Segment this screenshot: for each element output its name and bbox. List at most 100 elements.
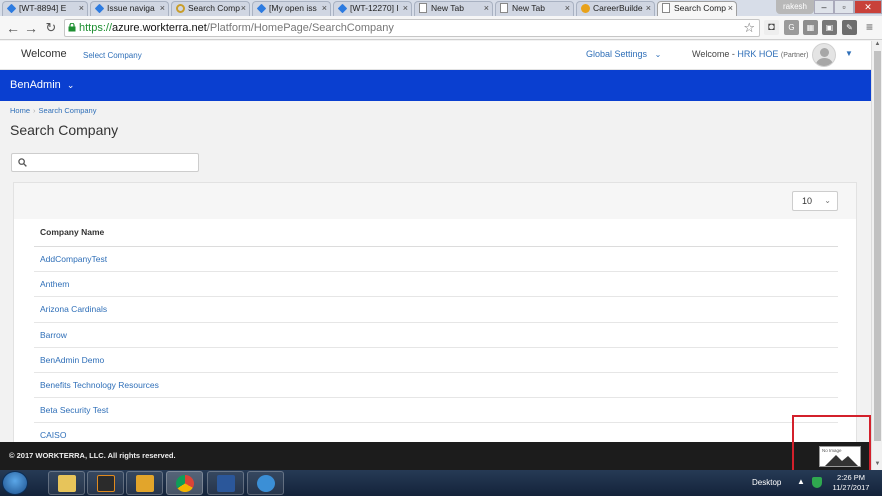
browser-tab-label: [My open iss <box>269 3 317 13</box>
scrollbar-thumb[interactable] <box>874 51 881 441</box>
close-icon[interactable]: × <box>403 2 408 15</box>
close-icon[interactable]: × <box>646 2 651 15</box>
card-toolbar: 10 ⌄ <box>14 183 856 219</box>
extension-icon[interactable]: ✎ <box>842 20 857 35</box>
scroll-down-icon[interactable]: ▼ <box>873 461 882 467</box>
close-icon[interactable]: × <box>484 2 489 15</box>
search-icon <box>18 158 27 167</box>
caret-down-icon[interactable]: ▼ <box>845 49 853 58</box>
column-header-company-name[interactable]: Company Name <box>34 220 838 247</box>
taskbar-word[interactable] <box>207 471 244 495</box>
grammarly-extension-icon[interactable]: G <box>784 20 799 35</box>
close-icon[interactable]: × <box>565 2 570 15</box>
browser-tab-label: Issue naviga <box>107 3 155 13</box>
table-row[interactable]: BenAdmin Demo <box>34 348 838 373</box>
extension-icon[interactable]: ▦ <box>803 20 818 35</box>
windows-start-icon[interactable] <box>2 471 28 495</box>
welcome-label: Welcome <box>21 48 67 60</box>
browser-tab-label: New Tab <box>512 3 545 13</box>
scroll-up-icon[interactable]: ▲ <box>873 41 882 47</box>
chevron-down-icon: ⌄ <box>824 196 831 205</box>
browser-tab-label: [WT-8894] E <box>19 3 67 13</box>
browser-tab[interactable]: [WT-8894] E × <box>2 1 88 16</box>
annotation-highlight-box <box>792 415 871 475</box>
window-close-icon[interactable]: ✕ <box>854 0 882 14</box>
desktop-toolbar-label[interactable]: Desktop <box>752 478 781 487</box>
user-name-link[interactable]: HRK HOE <box>737 49 778 59</box>
internet-explorer-icon <box>257 475 275 492</box>
breadcrumb: Home › Search Company <box>10 106 96 115</box>
search-input[interactable] <box>32 156 192 169</box>
user-role: (Partner) <box>780 52 809 59</box>
taskbar-ie[interactable] <box>247 471 284 495</box>
breadcrumb-current[interactable]: Search Company <box>39 106 97 115</box>
taskbar-outlook[interactable] <box>126 471 163 495</box>
chrome-menu-icon[interactable]: ≡ <box>862 20 877 35</box>
maximize-icon[interactable]: ▫ <box>834 0 854 14</box>
table-row[interactable]: AddCompanyTest <box>34 247 838 273</box>
close-icon[interactable]: × <box>728 2 733 15</box>
close-icon[interactable]: × <box>160 2 165 15</box>
close-icon[interactable]: × <box>241 2 246 15</box>
avatar[interactable] <box>812 43 836 67</box>
browser-tab[interactable]: Issue naviga × <box>90 1 169 16</box>
security-shield-icon[interactable] <box>812 477 822 488</box>
extension-icon[interactable]: ▣ <box>822 20 837 35</box>
browser-toolbar: ← → ↻ https://azure.workterra.net/Platfo… <box>0 16 882 40</box>
browser-tab[interactable]: New Tab × <box>414 1 493 16</box>
taskbar-chrome[interactable] <box>166 471 203 495</box>
page-scrollbar[interactable]: ▲ ▼ <box>871 41 882 471</box>
browser-tab[interactable]: [My open iss × <box>252 1 331 16</box>
browser-tab[interactable]: [WT-12270] I × <box>333 1 412 16</box>
blank-page-icon <box>419 3 427 13</box>
tray-expand-icon[interactable]: ▲ <box>797 477 805 486</box>
table-row[interactable]: Barrow <box>34 323 838 348</box>
blank-page-icon <box>500 3 508 13</box>
system-clock[interactable]: 2:26 PM 11/27/2017 <box>829 473 873 493</box>
jira-icon <box>256 3 267 14</box>
global-settings-label: Global Settings <box>586 49 648 59</box>
back-arrow-icon[interactable]: ← <box>4 19 22 37</box>
browser-tab[interactable]: Search Comp × <box>171 1 250 16</box>
media-player-icon <box>97 475 115 492</box>
benadmin-menu-label: BenAdmin <box>10 79 61 91</box>
browser-tab-label: Search Comp <box>188 3 240 13</box>
browser-tab[interactable]: New Tab × <box>495 1 574 16</box>
select-company-link[interactable]: Select Company <box>83 51 142 60</box>
table-row[interactable]: Beta Security Test <box>34 398 838 424</box>
taskbar-explorer[interactable] <box>48 471 85 495</box>
lock-icon <box>68 23 76 32</box>
chrome-icon <box>176 475 194 492</box>
page-size-select[interactable]: 10 ⌄ <box>792 191 838 211</box>
page-title: Search Company <box>10 122 119 138</box>
url-scheme: https:// <box>79 22 113 34</box>
profile-badge[interactable]: rakesh <box>776 0 814 14</box>
forward-arrow-icon[interactable]: → <box>22 19 40 37</box>
close-icon[interactable]: × <box>322 2 327 15</box>
jira-icon <box>94 3 105 14</box>
browser-tab-label: [WT-12270] I <box>350 3 399 13</box>
blank-page-icon <box>662 3 670 13</box>
bookmark-star-icon[interactable]: ☆ <box>743 20 755 36</box>
breadcrumb-home[interactable]: Home <box>10 106 30 115</box>
company-table-body: AddCompanyTest Anthem Arizona Cardinals … <box>34 247 838 449</box>
table-row[interactable]: Anthem <box>34 272 838 298</box>
browser-tab-strip: [WT-8894] E × Issue naviga × Search Comp… <box>0 0 882 17</box>
benadmin-menu[interactable]: BenAdmin ⌄ <box>10 79 74 91</box>
camera-extension-icon[interactable]: ◘ <box>764 20 779 35</box>
browser-tab-active[interactable]: Search Comp × <box>657 1 737 17</box>
search-box[interactable] <box>11 153 199 172</box>
global-settings-menu[interactable]: Global Settings ⌄ <box>586 49 661 59</box>
url-host: azure.workterra.net <box>112 22 207 34</box>
browser-tab[interactable]: CareerBuilde × <box>576 1 655 16</box>
minimize-icon[interactable]: – <box>814 0 834 14</box>
browser-tab-label: New Tab <box>431 3 464 13</box>
table-row[interactable]: Arizona Cardinals <box>34 297 838 323</box>
close-icon[interactable]: × <box>79 2 84 15</box>
url-path: /Platform/HomePage/SearchCompany <box>206 22 394 34</box>
reload-icon[interactable]: ↻ <box>42 19 60 37</box>
table-row[interactable]: Benefits Technology Resources <box>34 373 838 399</box>
taskbar-media-player[interactable] <box>87 471 124 495</box>
address-bar[interactable]: https://azure.workterra.net/Platform/Hom… <box>64 19 760 37</box>
page-size-value: 10 <box>802 196 813 206</box>
